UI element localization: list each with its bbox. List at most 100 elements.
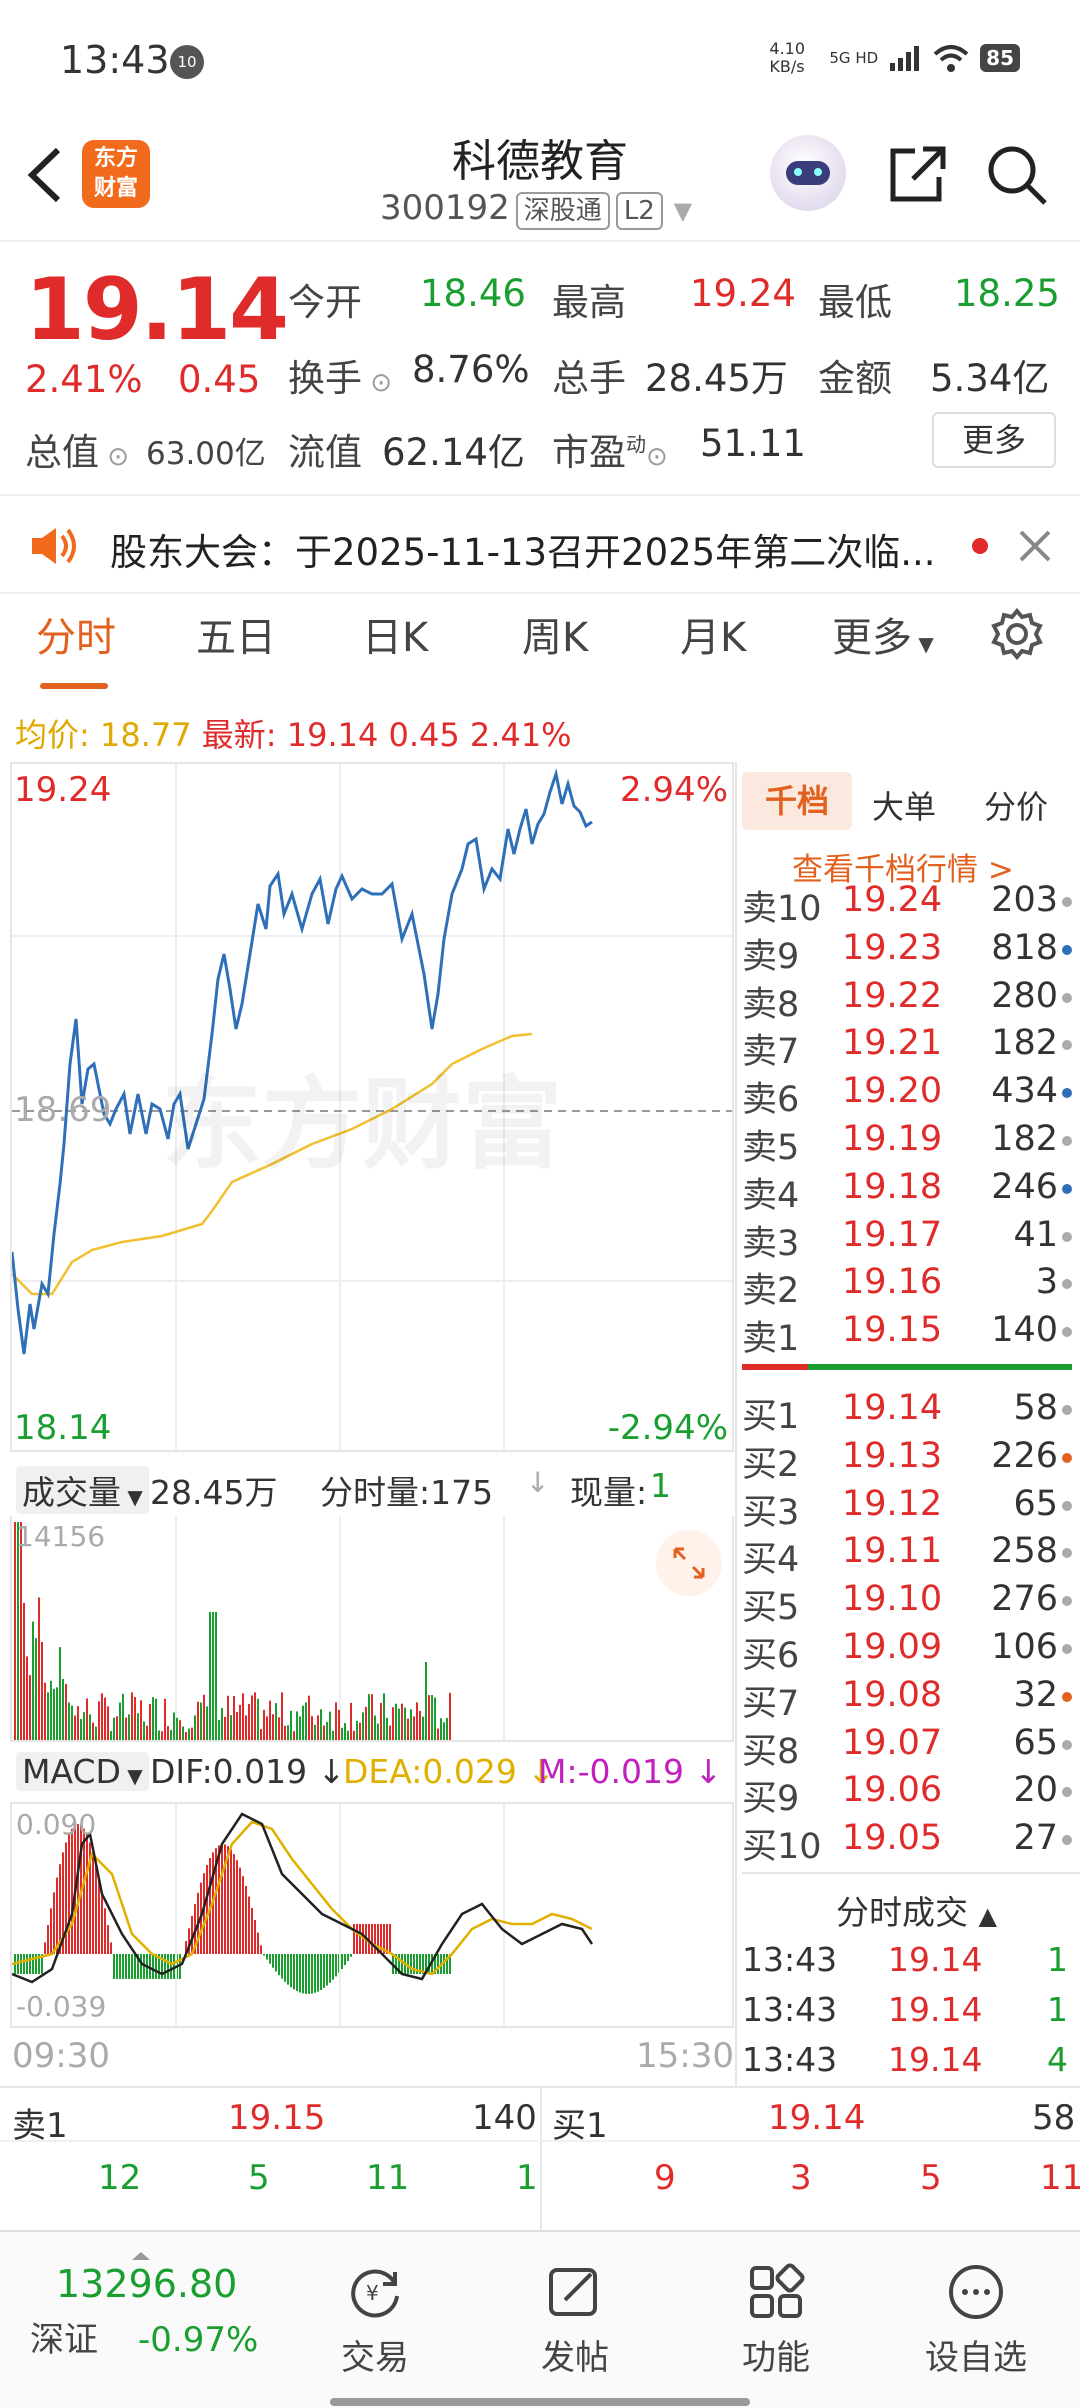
macd-bar (29, 1954, 31, 1974)
info-icon[interactable]: ⊙ (99, 442, 129, 472)
macd-bar (350, 1954, 352, 1957)
macd-bar (20, 1954, 22, 1974)
macd-chart[interactable]: 0.090 -0.039 (10, 1802, 734, 2028)
volume-bar (371, 1694, 373, 1740)
intraday-chart[interactable]: 东方财富 19.24 2.94% 18.69 18.14 -2.94% (10, 762, 734, 1452)
dropdown-icon[interactable]: ▼ (674, 197, 692, 225)
tab-weekly-k[interactable]: 周K (522, 605, 588, 663)
volume-bar (410, 1709, 412, 1740)
ai-assistant-icon[interactable] (770, 135, 846, 211)
volume-bar (224, 1716, 226, 1740)
volume-bar (89, 1714, 91, 1740)
expand-icon[interactable] (656, 1530, 722, 1596)
pe-label[interactable]: 市盈动⊙ (552, 422, 668, 476)
open-value: 18.46 (420, 272, 526, 315)
tab-intraday[interactable]: 分时 (36, 605, 116, 663)
volume-bar (164, 1698, 166, 1740)
bid-row[interactable]: 买8 19.07 65 (742, 1723, 1072, 1772)
turnover-label[interactable]: 换手 ⊙ (288, 348, 392, 402)
tab-daily-k[interactable]: 日K (362, 605, 428, 663)
bid-row[interactable]: 买9 19.06 20 (742, 1770, 1072, 1820)
volume-bar (254, 1692, 256, 1740)
tab-monthly-k[interactable]: 月K (680, 605, 746, 663)
info-icon[interactable]: ⊙ (646, 442, 668, 472)
volume-bar (56, 1687, 58, 1740)
ask-row[interactable]: 卖3 19.17 41 (742, 1215, 1072, 1264)
ask-row[interactable]: 卖4 19.18 246 (742, 1166, 1072, 1216)
bid-volume: 65 (1013, 1483, 1058, 1524)
tick-price: 19.14 (888, 2040, 983, 2079)
nav-functions[interactable]: 功能 (706, 2262, 846, 2379)
bid-row[interactable]: 买6 19.09 106 (742, 1627, 1072, 1676)
speaker-icon (32, 528, 76, 564)
nav-trade[interactable]: ¥ 交易 (305, 2262, 445, 2379)
ask-row[interactable]: 卖9 19.23 818 (742, 928, 1072, 977)
ask-row[interactable]: 卖6 19.20 434 (742, 1071, 1072, 1120)
volume-bar (278, 1717, 280, 1740)
mktcap-label[interactable]: 总值 ⊙ (25, 422, 129, 476)
nav-post[interactable]: 发帖 (505, 2262, 645, 2379)
volume-bar (320, 1709, 322, 1740)
bid-row[interactable]: 买5 19.10 276 (742, 1579, 1072, 1628)
status-dot (1062, 1548, 1072, 1559)
bid-row[interactable]: 买4 19.11 258 (742, 1531, 1072, 1580)
macd-bar (116, 1954, 118, 1979)
ask-row[interactable]: 卖7 19.21 182 (742, 1023, 1072, 1072)
status-dot (1062, 1691, 1072, 1702)
macd-bar (260, 1945, 262, 1954)
ask-row[interactable]: 卖2 19.16 3 (742, 1262, 1072, 1311)
volume-bar (203, 1694, 205, 1740)
bid-label: 买9 (742, 1779, 800, 1820)
volume-bar (227, 1695, 229, 1740)
volume-chart[interactable]: 14156 (10, 1516, 734, 1742)
volume-bar (74, 1715, 76, 1740)
volume-bar (173, 1712, 175, 1740)
more-button[interactable]: 更多 (932, 412, 1056, 468)
side-tab-bigorder[interactable]: 大单 (872, 782, 936, 828)
ask-row[interactable]: 卖5 19.19 182 (742, 1119, 1072, 1168)
index-widget[interactable]: 13296.80 深证 -0.97% (30, 2252, 258, 2361)
side-tab-depth[interactable]: 千档 (742, 772, 852, 830)
volume-selector[interactable]: 成交量 ▼ (16, 1466, 149, 1514)
announcement-banner[interactable]: 股东大会：于2025-11-13召开2025年第二次临... (0, 494, 1080, 594)
change-pct: 2.41% (25, 358, 143, 401)
bid-row[interactable]: 买10 19.05 27 (742, 1818, 1072, 1867)
bid-row[interactable]: 买3 19.12 65 (742, 1483, 1072, 1533)
tab-more[interactable]: 更多 ▼ (832, 605, 934, 663)
macd-top: 0.090 (16, 1808, 97, 1841)
bid-label: 买6 (742, 1636, 800, 1676)
bid-row[interactable]: 买2 19.13 226 (742, 1436, 1072, 1485)
bid-row[interactable]: 买1 19.14 58 (742, 1388, 1072, 1437)
ticks-title[interactable]: 分时成交 ▲ (836, 1886, 997, 1934)
volume-bar (170, 1729, 172, 1740)
share-icon[interactable] (885, 143, 947, 205)
close-icon[interactable] (1015, 526, 1055, 566)
macd-bar (290, 1954, 292, 1988)
macd-bar (134, 1954, 136, 1979)
tab-5day[interactable]: 五日 (196, 605, 276, 663)
bottom-nav: 13296.80 深证 -0.97% ¥ 交易 发帖 功能 设自选 (0, 2230, 1080, 2408)
settings-icon[interactable] (990, 607, 1044, 661)
volume-bar (233, 1696, 235, 1740)
info-icon[interactable]: ⊙ (362, 368, 392, 398)
macd-selector[interactable]: MACD ▼ (16, 1752, 149, 1791)
time-end: 15:30 (636, 2036, 734, 2076)
search-icon[interactable] (985, 143, 1049, 207)
latest-label: 最新: (201, 716, 277, 754)
macd-bar (119, 1954, 121, 1979)
nav-watchlist[interactable]: 设自选 (906, 2262, 1046, 2379)
side-tab-price[interactable]: 分价 (984, 782, 1048, 828)
ask-row[interactable]: 卖10 19.24 203 (742, 880, 1072, 929)
ask-row[interactable]: 卖8 19.22 280 (742, 976, 1072, 1025)
macd-bar (437, 1954, 439, 1974)
volume-bar (32, 1621, 34, 1740)
macd-bar (170, 1954, 172, 1979)
volume-bar (347, 1730, 349, 1740)
ask-price: 19.18 (842, 1166, 943, 1207)
volume-bar (377, 1723, 379, 1740)
bid-row[interactable]: 买7 19.08 32 (742, 1675, 1072, 1724)
stock-code-row[interactable]: 300192 深股通 L2 ▼ (380, 188, 692, 230)
macd-bar (122, 1954, 124, 1979)
ask-row[interactable]: 卖1 19.15 140 (742, 1310, 1072, 1359)
status-dot (1062, 1279, 1072, 1290)
